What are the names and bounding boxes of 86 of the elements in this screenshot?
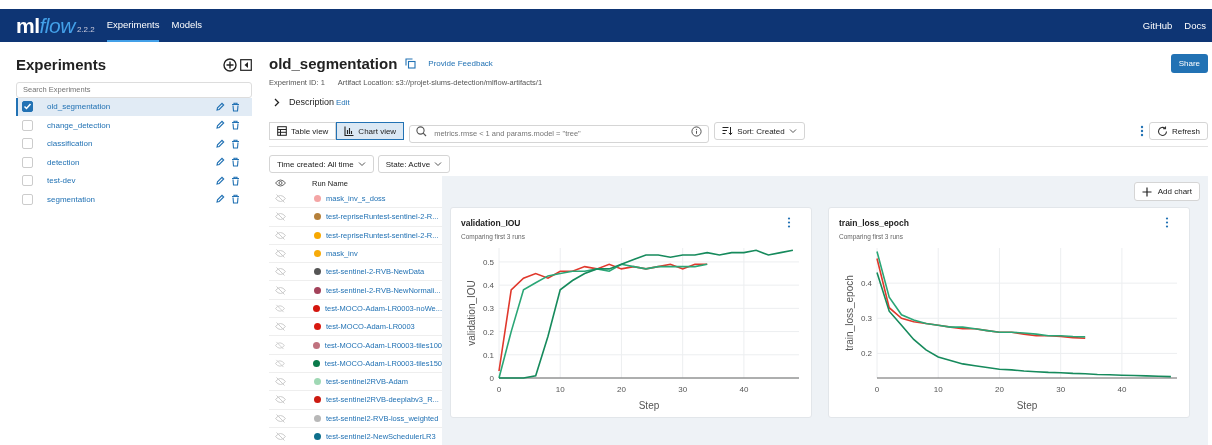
tick-label: 10 [933,385,943,394]
trash-icon[interactable] [231,175,240,186]
tick-label: 0.4 [482,281,494,291]
experiment-name[interactable]: detection [47,157,209,167]
tick-label: 0 [496,385,502,394]
copy-icon[interactable] [405,57,417,69]
tick-label: 40 [739,385,749,394]
experiment-name[interactable]: segmentation [47,194,209,204]
info-icon[interactable] [691,125,703,137]
caret-icon [434,161,443,167]
filter-dropdown[interactable]: Time created: All time [269,155,374,173]
tick-label: 30 [678,385,688,394]
tick-label: 0.1 [482,350,494,360]
header-link[interactable]: Docs [1184,20,1206,31]
nav-tab[interactable]: Experiments [106,9,160,42]
header-link[interactable]: GitHub [1142,20,1173,31]
sidebar-title: Experiments [16,56,108,73]
edit-icon[interactable] [215,138,225,149]
experiment-item[interactable]: change_detection [16,116,252,135]
more-icon[interactable] [1165,217,1169,228]
experiment-name[interactable]: change_detection [47,120,209,130]
tick-label: 0.5 [482,257,494,267]
checkbox[interactable] [22,101,33,113]
share-button[interactable]: Share [1170,53,1208,73]
filter-dropdown[interactable]: State: Active [377,155,451,173]
edit-icon[interactable] [215,175,225,186]
mlflow-logo[interactable]: mlflow [16,15,75,36]
experiment-name[interactable]: old_segmentation [47,102,209,112]
refresh-icon [1157,125,1168,137]
tick-label: 40 [1117,385,1127,394]
view-toggle[interactable]: Chart view [336,122,405,140]
experiment-item[interactable]: segmentation [16,190,252,209]
tick-label: 0.3 [482,304,494,314]
experiment-title: old_segmentation [269,54,398,72]
tick-label: 0.2 [482,327,494,337]
sort-icon [722,126,734,136]
more-icon[interactable] [1140,125,1144,137]
trash-icon[interactable] [231,194,240,205]
view-toggle[interactable]: Table view [269,122,337,140]
add-icon[interactable] [223,57,237,72]
axis-label: validation_IOU [466,280,477,346]
chart-title: validation_IOU [461,217,521,228]
table-icon [277,126,287,136]
eye-icon[interactable] [275,179,286,187]
tick-label: 0.4 [860,279,872,289]
experiment-item[interactable]: test-dev [16,171,252,190]
caret-icon [357,161,366,167]
trash-icon[interactable] [231,120,240,131]
axis-label: Step [638,400,660,411]
tick-label: 0.3 [860,314,872,324]
feedback-link[interactable]: Provide Feedback [428,58,493,68]
experiment-name[interactable]: test-dev [47,176,209,186]
trash-icon[interactable] [231,138,240,149]
trash-icon[interactable] [231,157,240,168]
chevron-icon[interactable] [273,97,281,107]
description-label: Description [289,97,335,107]
edit-icon[interactable] [215,157,225,168]
edit-icon[interactable] [215,194,225,205]
trash-icon[interactable] [231,101,240,112]
axis-label: train_loss_epoch [844,275,855,351]
experiment-item[interactable]: detection [16,153,252,172]
refresh-button[interactable]: Refresh [1149,122,1208,140]
tick-label: 20 [617,385,626,394]
axis-label: Step [1016,400,1038,411]
experiment-name[interactable]: classification [47,139,209,149]
collapse-icon[interactable] [240,58,252,71]
edit-link[interactable]: Edit [336,97,350,107]
search-icon [416,125,428,137]
tick-label: 30 [1056,385,1066,394]
sort-dropdown[interactable]: Sort: Created [714,122,805,140]
tick-label: 0.2 [860,349,872,359]
bar-chart-icon [344,126,355,136]
version-label: 2.2.2 [76,25,95,34]
plus-icon [1141,186,1152,197]
edit-icon[interactable] [215,101,225,112]
tick-label: 0 [489,374,494,383]
edit-icon[interactable] [215,120,225,131]
caret-icon [788,128,797,134]
add-chart-button[interactable]: Add chart [1133,182,1200,201]
experiment-item[interactable]: classification [16,134,252,153]
tick-label: 0 [874,385,880,394]
chart-title: train_loss_epoch [839,217,909,228]
tick-label: 10 [555,385,565,394]
nav-tab[interactable]: Models [171,9,203,42]
tick-label: 20 [995,385,1004,394]
more-icon[interactable] [787,217,791,228]
